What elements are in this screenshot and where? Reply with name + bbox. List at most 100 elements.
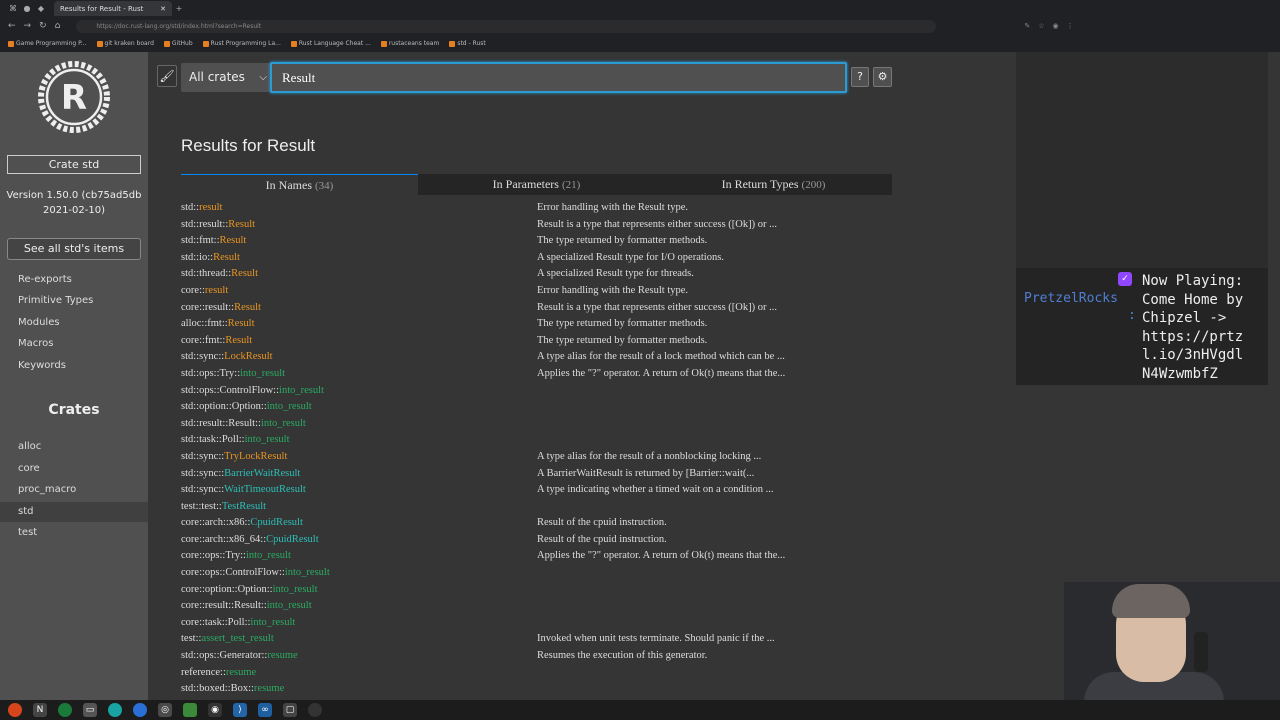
result-row[interactable]: std::task::Poll::into_result [181,432,901,449]
result-row[interactable]: std::io::Result A specialized Result type… [181,250,901,267]
theme-brush-button[interactable]: 🖌 [157,65,177,87]
result-row[interactable]: reference::resume [181,665,901,682]
result-item[interactable]: into_result [246,550,291,561]
result-name[interactable]: test::test::TestResult [181,499,537,516]
result-name[interactable]: std::result::Result::into_result [181,416,537,433]
result-name[interactable]: std::ops::Generator::resume [181,648,537,665]
result-row[interactable]: alloc::fmt::Result The type returned by f… [181,316,901,333]
result-row[interactable]: core::task::Poll::into_result [181,615,901,632]
sidebar-link-reexports[interactable]: Re-exports [18,274,72,285]
result-row[interactable]: std::result::Result::into_result [181,416,901,433]
result-name[interactable]: reference::resume [181,665,537,682]
result-name[interactable]: core::ops::Try::into_result [181,548,537,565]
result-name[interactable]: std::task::Poll::into_result [181,432,537,449]
tab-icon[interactable]: ● [20,4,34,13]
result-name[interactable]: std::fmt::Result [181,233,537,250]
vscode-icon[interactable]: ⟩ [233,703,247,717]
tab-in-names[interactable]: In Names (34) [181,174,418,195]
settings-gear-button[interactable]: ⚙ [873,67,892,87]
result-row[interactable]: std::fmt::Result The type returned by for… [181,233,901,250]
crate-item-test[interactable]: test [0,523,148,543]
result-name[interactable]: test::assert_test_result [181,631,537,648]
sidebar-link-modules[interactable]: Modules [18,317,60,328]
result-item[interactable]: into_result [261,418,306,429]
result-row[interactable]: std::option::Option::into_result [181,399,901,416]
result-row[interactable]: std::ops::Try::into_result Applies the "?… [181,366,901,383]
result-item[interactable]: TryLockResult [224,451,287,462]
result-name[interactable]: core::option::Option::into_result [181,582,537,599]
bookmark-item[interactable]: Rust Programming La... [202,40,281,47]
result-item[interactable]: BarrierWaitResult [224,468,300,479]
result-row[interactable]: core::result Error handling with the Resu… [181,283,901,300]
result-name[interactable]: std::result::Result [181,217,537,234]
bookmark-item[interactable]: std - Rust [449,40,486,47]
home-icon[interactable]: ⌂ [55,21,61,31]
result-name[interactable]: std::boxed::Box::resume [181,681,537,698]
tab-in-return-types[interactable]: In Return Types (200) [655,174,892,195]
result-name[interactable]: std::result [181,200,537,217]
result-name[interactable]: core::task::Poll::into_result [181,615,537,632]
result-row[interactable]: core::option::Option::into_result [181,582,901,599]
result-row[interactable]: core::ops::ControlFlow::into_result [181,565,901,582]
result-row[interactable]: std::boxed::Box::resume [181,681,901,698]
result-name[interactable]: std::ops::Try::into_result [181,366,537,383]
terminal-icon[interactable]: ▭ [83,703,97,717]
result-row[interactable]: std::sync::TryLockResult A type alias for… [181,449,901,466]
kebab-menu-icon[interactable]: ⋮ [1067,22,1074,30]
result-item[interactable]: into_result [240,368,285,379]
result-item[interactable]: Result [213,252,240,263]
result-name[interactable]: core::arch::x86_64::CpuidResult [181,532,537,549]
url-field[interactable]: https://doc.rust-lang.org/std/index.html… [76,19,937,33]
result-name[interactable]: std::ops::ControlFlow::into_result [181,383,537,400]
result-row[interactable]: std::ops::Generator::resume Resumes the e… [181,648,901,665]
pinned-tab-icon[interactable]: ◆ [34,4,48,13]
bookmark-star-icon[interactable]: ☆ [1038,22,1044,30]
app-icon[interactable] [183,703,197,717]
result-item[interactable]: Result [225,335,252,346]
obs-icon[interactable]: ◉ [208,703,222,717]
result-item[interactable]: Result [231,268,258,279]
forward-icon[interactable]: → [24,21,32,31]
result-item[interactable]: assert_test_result [201,633,273,644]
rust-logo-icon[interactable]: R [34,57,114,137]
new-tab-icon[interactable]: + [172,4,186,13]
crate-item-proc-macro[interactable]: proc_macro [0,480,148,500]
result-name[interactable]: core::result [181,283,537,300]
result-name[interactable]: core::result::Result [181,300,537,317]
result-item[interactable]: resume [226,667,256,678]
result-name[interactable]: core::arch::x86::CpuidResult [181,515,537,532]
result-name[interactable]: std::sync::BarrierWaitResult [181,466,537,483]
result-item[interactable]: Result [220,235,247,246]
app-icon[interactable] [58,703,72,717]
result-name[interactable]: std::sync::TryLockResult [181,449,537,466]
crate-item-core[interactable]: core [0,459,148,479]
sidebar-link-macros[interactable]: Macros [18,338,53,349]
result-row[interactable]: core::result::Result Result is a type tha… [181,300,901,317]
tab-in-parameters[interactable]: In Parameters (21) [418,174,655,195]
result-row[interactable]: core::arch::x86::CpuidResult Result of th… [181,515,901,532]
crate-item-alloc[interactable]: alloc [0,437,148,457]
result-item[interactable]: Result [228,219,255,230]
result-name[interactable]: std::sync::WaitTimeoutResult [181,482,537,499]
result-item[interactable]: into_result [267,401,312,412]
crate-label[interactable]: Crate std [7,155,141,174]
bookmark-item[interactable]: Rust Language Cheat ... [290,40,371,47]
notepad-icon[interactable]: N [33,703,47,717]
result-item[interactable]: Result [228,318,255,329]
result-name[interactable]: std::io::Result [181,250,537,267]
result-item[interactable]: result [199,202,222,213]
profile-icon[interactable]: ◉ [1053,22,1059,30]
result-item[interactable]: Result [234,302,261,313]
result-row[interactable]: core::fmt::Result The type returned by fo… [181,333,901,350]
crate-filter-select[interactable]: All crates ⌵ [181,63,271,92]
app-icon[interactable] [308,703,322,717]
result-row[interactable]: core::arch::x86_64::CpuidResult Result of… [181,532,901,549]
app-icon[interactable] [108,703,122,717]
active-tab[interactable]: Results for Result - Rust ✕ [54,1,172,16]
visual-studio-icon[interactable]: ∞ [258,703,272,717]
bookmark-item[interactable]: rustaceans team [380,40,439,47]
result-name[interactable]: core::result::Result::into_result [181,598,537,615]
result-item[interactable]: into_result [285,567,330,578]
bookmark-item[interactable]: GitHub [163,40,193,47]
browser-icon[interactable] [133,703,147,717]
